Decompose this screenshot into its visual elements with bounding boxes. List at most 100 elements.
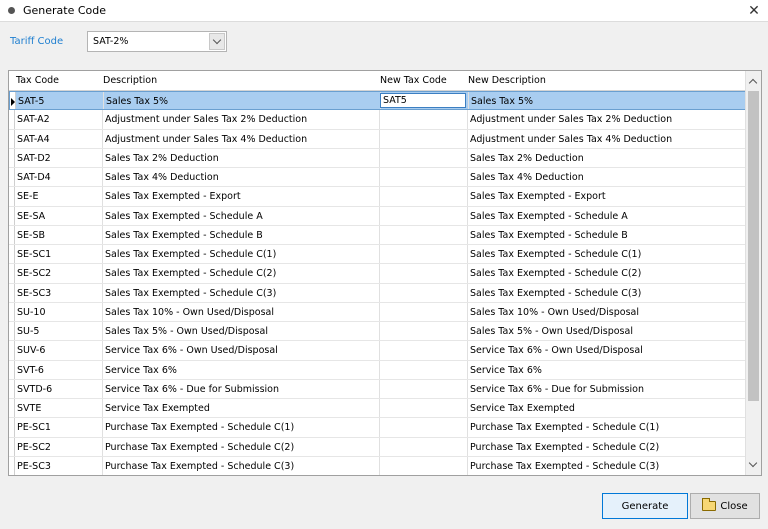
table-row[interactable]: SU-10 Sales Tax 10% - Own Used/Disposal Sa…: [9, 302, 746, 322]
cell-new-description[interactable]: Purchase Tax Exempted - Schedule C(2): [470, 442, 659, 453]
cell-new-description[interactable]: Service Tax 6%: [470, 365, 542, 376]
cell-tax-code[interactable]: SAT-D4: [17, 172, 51, 183]
row-indicator[interactable]: [9, 129, 15, 148]
cell-tax-code[interactable]: SAT-D2: [17, 153, 51, 164]
row-indicator[interactable]: [9, 168, 15, 187]
cell-description[interactable]: Sales Tax Exempted - Schedule A: [105, 211, 263, 222]
cell-description[interactable]: Adjustment under Sales Tax 4% Deduction: [105, 134, 307, 145]
cell-tax-code[interactable]: PE-SC3: [17, 461, 51, 472]
cell-new-description[interactable]: Sales Tax 4% Deduction: [470, 172, 584, 183]
cell-tax-code[interactable]: PE-SC1: [17, 422, 51, 433]
row-indicator[interactable]: [9, 148, 15, 167]
cell-description[interactable]: Service Tax 6% - Due for Submission: [105, 384, 279, 395]
cell-description[interactable]: Service Tax 6%: [105, 365, 177, 376]
cell-new-description[interactable]: Adjustment under Sales Tax 2% Deduction: [470, 114, 672, 125]
row-indicator[interactable]: [9, 302, 15, 321]
row-indicator[interactable]: [9, 360, 15, 379]
header-tax-code[interactable]: Tax Code: [16, 75, 59, 86]
header-new-tax-code[interactable]: New Tax Code: [380, 75, 447, 86]
table-row[interactable]: SU-5 Sales Tax 5% - Own Used/Disposal Sale…: [9, 322, 746, 342]
cell-description[interactable]: Sales Tax Exempted - Schedule C(1): [105, 249, 276, 260]
row-indicator[interactable]: [9, 399, 15, 418]
cell-description[interactable]: Adjustment under Sales Tax 2% Deduction: [105, 114, 307, 125]
cell-tax-code[interactable]: SVT-6: [17, 365, 44, 376]
cell-new-description[interactable]: Sales Tax 2% Deduction: [470, 153, 584, 164]
row-indicator[interactable]: [9, 437, 15, 456]
cell-description[interactable]: Sales Tax 5% - Own Used/Disposal: [105, 326, 268, 337]
cell-new-description[interactable]: Sales Tax Exempted - Schedule C(2): [470, 268, 641, 279]
cell-new-description[interactable]: Service Tax 6% - Due for Submission: [470, 384, 644, 395]
table-row[interactable]: PE-SC3 Purchase Tax Exempted - Schedule C…: [9, 456, 746, 475]
table-row[interactable]: SE-SB Sales Tax Exempted - Schedule B Sale…: [9, 225, 746, 245]
cell-description[interactable]: Purchase Tax Exempted - Schedule C(2): [105, 442, 294, 453]
cell-new-description[interactable]: Sales Tax 5% - Own Used/Disposal: [470, 326, 633, 337]
cell-description[interactable]: Sales Tax 2% Deduction: [105, 153, 219, 164]
cell-description[interactable]: Sales Tax 5%: [106, 96, 168, 107]
cell-tax-code[interactable]: SE-E: [17, 191, 38, 202]
cell-tax-code[interactable]: SE-SC2: [17, 268, 51, 279]
scroll-up-icon[interactable]: [748, 77, 758, 88]
row-indicator[interactable]: [9, 456, 15, 475]
cell-tax-code[interactable]: SE-SC3: [17, 288, 51, 299]
tariff-code-select[interactable]: SAT-2%: [87, 31, 227, 52]
cell-new-description[interactable]: Sales Tax 10% - Own Used/Disposal: [470, 307, 639, 318]
row-indicator[interactable]: [10, 92, 16, 110]
cell-description[interactable]: Sales Tax Exempted - Schedule C(2): [105, 268, 276, 279]
table-row[interactable]: SVT-6 Service Tax 6% Service Tax 6%: [9, 360, 746, 380]
cell-tax-code[interactable]: PE-SC2: [17, 442, 51, 453]
generate-button[interactable]: Generate: [602, 493, 688, 519]
table-row[interactable]: SVTD-6 Service Tax 6% - Due for Submissio…: [9, 379, 746, 399]
cell-new-description[interactable]: Adjustment under Sales Tax 4% Deduction: [470, 134, 672, 145]
table-row[interactable]: PE-SC2 Purchase Tax Exempted - Schedule C…: [9, 437, 746, 457]
cell-tax-code[interactable]: SE-SC1: [17, 249, 51, 260]
cell-new-description[interactable]: Sales Tax Exempted - Schedule C(3): [470, 288, 641, 299]
cell-tax-code[interactable]: SE-SA: [17, 211, 45, 222]
table-row[interactable]: SAT-D4 Sales Tax 4% Deduction Sales Tax 4%…: [9, 168, 746, 188]
cell-description[interactable]: Sales Tax 10% - Own Used/Disposal: [105, 307, 274, 318]
row-indicator[interactable]: [9, 283, 15, 302]
row-indicator[interactable]: [9, 379, 15, 398]
header-description[interactable]: Description: [103, 75, 157, 86]
row-indicator[interactable]: [9, 206, 15, 225]
table-row[interactable]: SE-SC1 Sales Tax Exempted - Schedule C(1)…: [9, 245, 746, 265]
cell-description[interactable]: Sales Tax Exempted - Schedule B: [105, 230, 263, 241]
scrollbar-thumb[interactable]: [748, 91, 759, 401]
table-row[interactable]: SVTE Service Tax Exempted Service Tax Exem…: [9, 399, 746, 419]
row-indicator[interactable]: [9, 418, 15, 437]
cell-new-description[interactable]: Service Tax 6% - Own Used/Disposal: [470, 345, 643, 356]
cell-tax-code[interactable]: SAT-A2: [17, 114, 50, 125]
cell-new-description[interactable]: Sales Tax Exempted - Schedule C(1): [470, 249, 641, 260]
row-indicator[interactable]: [9, 341, 15, 360]
cell-new-description[interactable]: Sales Tax 5%: [471, 96, 533, 107]
combo-dropdown-button[interactable]: [209, 33, 225, 50]
cell-tax-code[interactable]: SVTD-6: [17, 384, 52, 395]
cell-description[interactable]: Purchase Tax Exempted - Schedule C(3): [105, 461, 294, 472]
table-row[interactable]: SAT-5 Sales Tax 5% Sales Tax 5% SAT5: [9, 91, 746, 111]
table-row[interactable]: SAT-A4 Adjustment under Sales Tax 4% Dedu…: [9, 129, 746, 149]
table-row[interactable]: SAT-A2 Adjustment under Sales Tax 2% Dedu…: [9, 110, 746, 130]
table-row[interactable]: PE-SC1 Purchase Tax Exempted - Schedule C…: [9, 418, 746, 438]
row-indicator[interactable]: [9, 187, 15, 206]
cell-tax-code[interactable]: SAT-5: [18, 96, 44, 107]
table-row[interactable]: SE-SC2 Sales Tax Exempted - Schedule C(2)…: [9, 264, 746, 284]
cell-new-description[interactable]: Sales Tax Exempted - Export: [470, 191, 606, 202]
cell-description[interactable]: Service Tax Exempted: [105, 403, 210, 414]
row-indicator[interactable]: [9, 225, 15, 244]
header-new-description[interactable]: New Description: [468, 75, 546, 86]
table-row[interactable]: SUV-6 Service Tax 6% - Own Used/Disposal S…: [9, 341, 746, 361]
cell-tax-code[interactable]: SU-5: [17, 326, 39, 337]
cell-tax-code[interactable]: SU-10: [17, 307, 46, 318]
row-indicator[interactable]: [9, 245, 15, 264]
cell-description[interactable]: Sales Tax Exempted - Export: [105, 191, 241, 202]
cell-tax-code[interactable]: SUV-6: [17, 345, 45, 356]
vertical-scrollbar[interactable]: [745, 71, 761, 475]
cell-tax-code[interactable]: SE-SB: [17, 230, 45, 241]
cell-tax-code[interactable]: SAT-A4: [17, 134, 50, 145]
table-row[interactable]: SAT-D2 Sales Tax 2% Deduction Sales Tax 2%…: [9, 148, 746, 168]
scroll-down-icon[interactable]: [748, 458, 758, 469]
tax-code-grid[interactable]: Tax Code Description New Tax Code New De…: [8, 70, 762, 476]
table-row[interactable]: SE-SC3 Sales Tax Exempted - Schedule C(3)…: [9, 283, 746, 303]
cell-new-description[interactable]: Service Tax Exempted: [470, 403, 575, 414]
cell-tax-code[interactable]: SVTE: [17, 403, 41, 414]
cell-new-description[interactable]: Sales Tax Exempted - Schedule A: [470, 211, 628, 222]
